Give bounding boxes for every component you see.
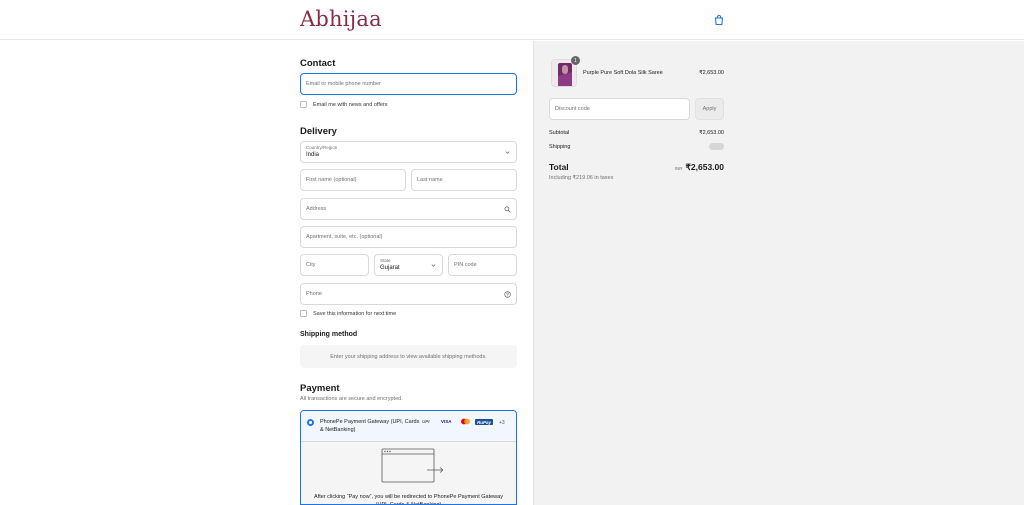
discount-code-field[interactable] [549, 98, 690, 120]
payment-subtitle: All transactions are secure and encrypte… [300, 396, 403, 402]
shipping-method-notice: Enter your shipping address to view avai… [300, 345, 517, 368]
quantity-badge: 1 [571, 56, 580, 65]
first-name-input[interactable] [306, 177, 405, 183]
newsletter-checkbox-row[interactable]: Email me with news and offers [300, 101, 388, 108]
phone-field[interactable] [300, 283, 517, 305]
total-label: Total [549, 162, 569, 172]
subtotal-value: ₹2,653.00 [699, 130, 724, 136]
product-name: Purple Pure Soft Dola Silk Saree [583, 70, 663, 76]
payment-option-label: PhonePe Payment Gateway (UPI, Cards & Ne… [320, 419, 420, 433]
address-input[interactable] [306, 206, 516, 212]
payment-redirect-text: After clicking “Pay now”, you will be re… [314, 494, 503, 505]
payment-radio[interactable] [307, 419, 314, 426]
upi-logo-icon: UPI [422, 419, 430, 424]
apply-discount-button[interactable]: Apply [695, 98, 724, 120]
email-input[interactable] [306, 81, 516, 87]
shipping-method-heading: Shipping method [300, 331, 358, 338]
brand-logo[interactable]: Abhijaa [300, 7, 382, 31]
address-field[interactable] [300, 198, 517, 220]
pin-code-field[interactable] [448, 254, 517, 276]
tax-note: Including ₹219.06 in taxes [549, 175, 614, 181]
payment-heading: Payment [300, 383, 340, 394]
browser-redirect-icon [381, 448, 443, 483]
delivery-heading: Delivery [300, 126, 337, 137]
payment-option-phonepe[interactable]: PhonePe Payment Gateway (UPI, Cards & Ne… [300, 410, 517, 505]
visa-logo-icon: VISA [441, 419, 452, 424]
save-info-checkbox[interactable] [300, 310, 307, 317]
city-field[interactable] [300, 254, 369, 276]
save-info-label: Save this information for next time [313, 310, 397, 317]
chevron-down-icon [431, 264, 436, 267]
shopping-bag-icon[interactable] [713, 14, 725, 26]
chevron-down-icon [505, 151, 510, 154]
phone-input[interactable] [306, 291, 516, 297]
subtotal-label: Subtotal [549, 130, 570, 136]
state-select[interactable]: State Gujarat [374, 254, 443, 276]
currency-code: INR [674, 166, 683, 171]
mastercard-logo-icon [461, 418, 470, 425]
shipping-label: Shipping [549, 144, 571, 150]
shipping-value-placeholder [709, 143, 724, 150]
first-name-field[interactable] [300, 169, 406, 191]
country-value: India [306, 152, 320, 158]
total-value-group: INR ₹2,653.00 [675, 162, 724, 173]
newsletter-checkbox[interactable] [300, 101, 307, 108]
contact-heading: Contact [300, 58, 336, 69]
help-icon[interactable] [504, 291, 511, 298]
email-field[interactable] [300, 73, 517, 95]
newsletter-label: Email me with news and offers [313, 101, 388, 108]
rupay-logo-icon: RuPay [475, 419, 494, 425]
payment-redirect-panel: After clicking “Pay now”, you will be re… [301, 442, 516, 505]
search-icon [504, 206, 511, 213]
last-name-field[interactable] [411, 169, 517, 191]
city-input[interactable] [306, 262, 368, 268]
apartment-input[interactable] [306, 234, 516, 240]
discount-code-input[interactable] [555, 106, 689, 112]
product-price: ₹2,653.00 [699, 70, 724, 76]
state-value: Gujarat [380, 265, 400, 271]
more-methods-badge: +3 [499, 420, 505, 426]
checkout-header: Abhijaa [0, 0, 1024, 40]
last-name-input[interactable] [417, 177, 516, 183]
pin-code-input[interactable] [454, 262, 516, 268]
payment-option-header[interactable]: PhonePe Payment Gateway (UPI, Cards & Ne… [301, 411, 516, 442]
total-value: ₹2,653.00 [685, 162, 725, 172]
country-select[interactable]: Country/Region India [300, 141, 517, 163]
save-info-checkbox-row[interactable]: Save this information for next time [300, 310, 396, 317]
apartment-field[interactable] [300, 226, 517, 248]
